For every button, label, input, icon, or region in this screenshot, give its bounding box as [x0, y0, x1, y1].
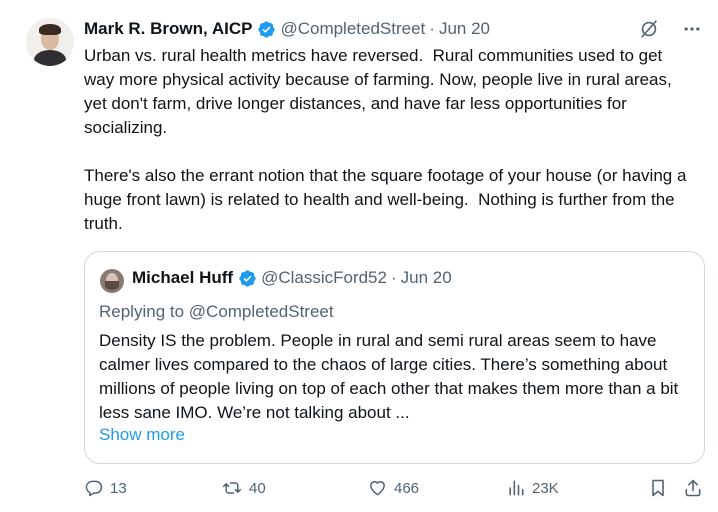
- action-bar: 13 40 466 23K: [84, 478, 714, 504]
- separator-dot: ·: [429, 19, 435, 38]
- author-name[interactable]: Mark R. Brown, AICP: [84, 19, 252, 39]
- views-button[interactable]: 23K: [506, 478, 559, 498]
- bookmark-button[interactable]: [648, 478, 668, 498]
- reply-count: 13: [110, 479, 127, 497]
- quoted-avatar[interactable]: [100, 269, 124, 293]
- bookmark-icon: [652, 479, 664, 497]
- share-button[interactable]: [683, 478, 703, 498]
- tweet-date[interactable]: Jun 20: [439, 19, 490, 39]
- show-more-link[interactable]: Show more: [99, 425, 185, 445]
- quoted-handle[interactable]: @ClassicFord52: [261, 268, 387, 288]
- like-count: 466: [394, 479, 420, 497]
- verified-badge-icon: [258, 20, 276, 38]
- like-button[interactable]: 466: [367, 478, 419, 498]
- author-handle[interactable]: @CompletedStreet: [280, 19, 425, 39]
- quoted-text: Density IS the problem. People in rural …: [99, 331, 679, 422]
- separator-dot: ·: [390, 268, 397, 287]
- tweet-header: Mark R. Brown, AICP @CompletedStreet · J…: [84, 16, 490, 42]
- replying-prefix: Replying to: [99, 302, 189, 321]
- reply-icon: [85, 480, 103, 497]
- tweet-text: Urban vs. rural health metrics have reve…: [84, 46, 687, 233]
- quoted-date[interactable]: Jun 20: [401, 268, 452, 288]
- top-icons: [638, 18, 702, 40]
- grok-icon[interactable]: [638, 18, 660, 40]
- repost-button[interactable]: 40: [221, 478, 266, 498]
- views-icon: [509, 480, 524, 496]
- share-icon: [685, 479, 701, 497]
- verified-badge-icon: [239, 269, 256, 287]
- views-count: 23K: [532, 479, 559, 497]
- heart-icon: [370, 481, 385, 496]
- author-avatar[interactable]: [26, 18, 74, 66]
- more-icon[interactable]: [682, 19, 702, 39]
- quoted-header: Michael Huff @ClassicFord52 · Jun 20: [132, 268, 452, 288]
- replying-to: Replying to @CompletedStreet: [99, 302, 334, 322]
- quoted-name[interactable]: Michael Huff: [132, 268, 233, 288]
- tweet[interactable]: Mark R. Brown, AICP @CompletedStreet · J…: [0, 0, 718, 512]
- repost-icon: [222, 482, 242, 494]
- reply-button[interactable]: 13: [84, 478, 127, 498]
- repost-count: 40: [249, 479, 266, 497]
- replying-mention[interactable]: @CompletedStreet: [189, 302, 334, 321]
- quoted-tweet[interactable]: Michael Huff @ClassicFord52 · Jun 20 Rep…: [84, 251, 705, 464]
